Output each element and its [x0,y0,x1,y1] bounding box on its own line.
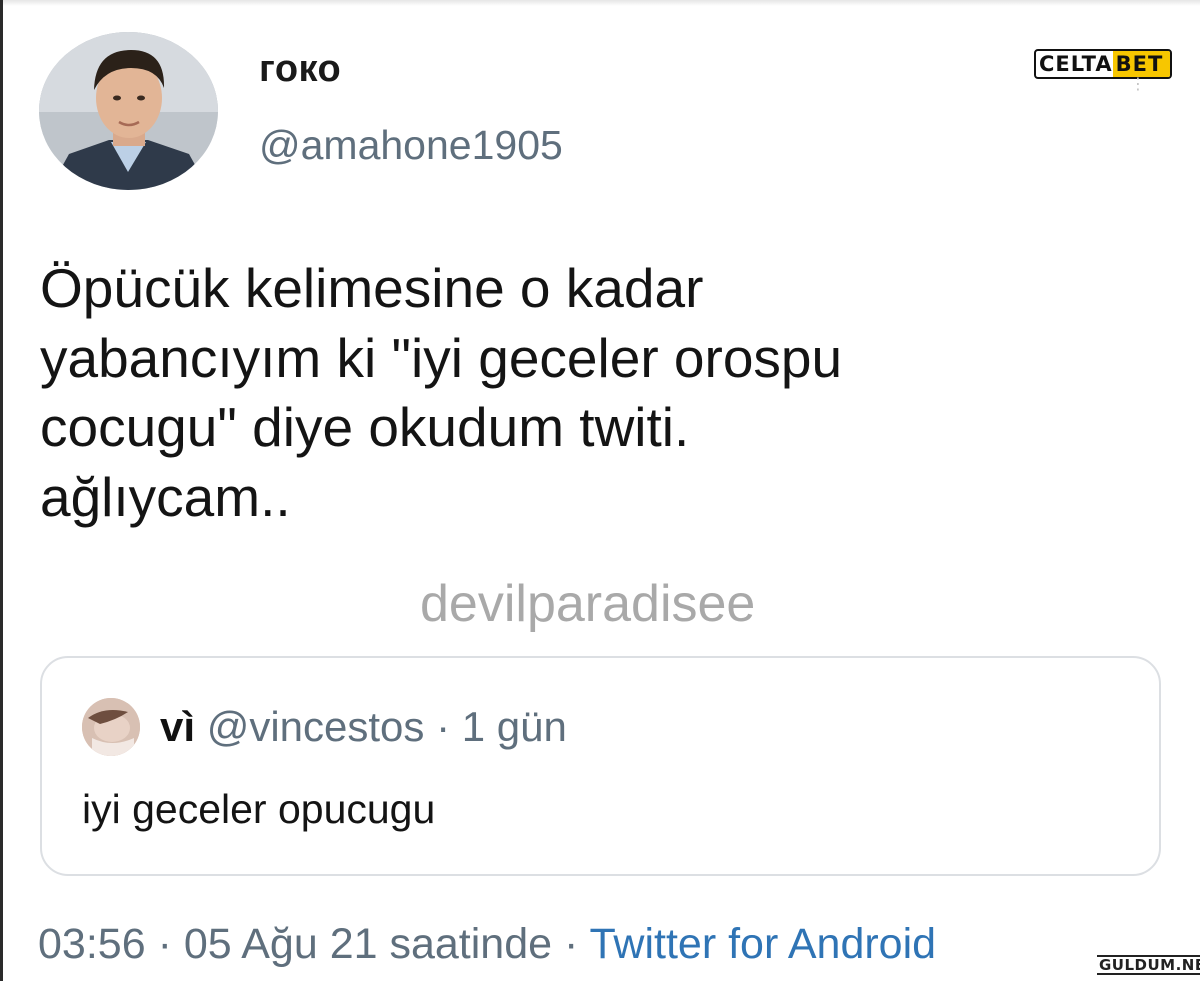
tweet-date: 05 Ağu 21 saatinde [183,920,553,968]
author-avatar[interactable] [39,32,218,190]
quoted-separator: · [436,703,451,750]
quoted-tweet-text: iyi geceler opucugu [82,786,436,832]
author-handle[interactable]: @amahone1905 [259,122,563,169]
image-watermark: devilparadisee [420,575,756,633]
brand-watermark-badge: CELTA BET [1034,49,1172,79]
quoted-author-name[interactable]: vì [160,703,195,750]
tweet-text-line: cocugu" diye okudum twiti. [40,396,690,458]
left-edge [0,0,3,981]
brand-badge-part2: BET [1112,51,1170,77]
tweet-text-line: ağlıycam.. [40,465,291,528]
footer-separator: · [564,920,579,968]
tweet-client-link[interactable]: Twitter for Android [590,920,937,968]
tweet-text: Öpücük kelimesine o kadar yabancıyım ki … [40,254,1160,532]
footer-separator: · [157,920,172,968]
tweet-text-line: yabancıyım ki "iyi geceler orospu [40,326,843,389]
site-watermark-badge: GULDUM.NET [1097,955,1200,975]
quoted-author-avatar[interactable] [82,698,140,756]
quoted-author-handle[interactable]: @vincestos [207,703,425,750]
quoted-tweet-card[interactable]: vì @vincestos · 1 gün iyi geceler opucug… [40,656,1161,876]
top-edge [0,0,1200,6]
quoted-age: 1 gün [461,703,567,750]
more-vertical-icon[interactable]: ⋮ [1130,77,1146,93]
quoted-tweet-header: vì @vincestos · 1 gün [160,703,567,751]
tweet-footer: 03:56 · 05 Ağu 21 saatinde · Twitter for… [38,920,936,969]
author-display-name[interactable]: гоко [259,48,341,91]
tweet-text-line: Öpücük kelimesine o kadar [40,257,704,319]
tweet-time: 03:56 [38,920,146,968]
brand-badge-part1: CELTA [1039,52,1113,76]
